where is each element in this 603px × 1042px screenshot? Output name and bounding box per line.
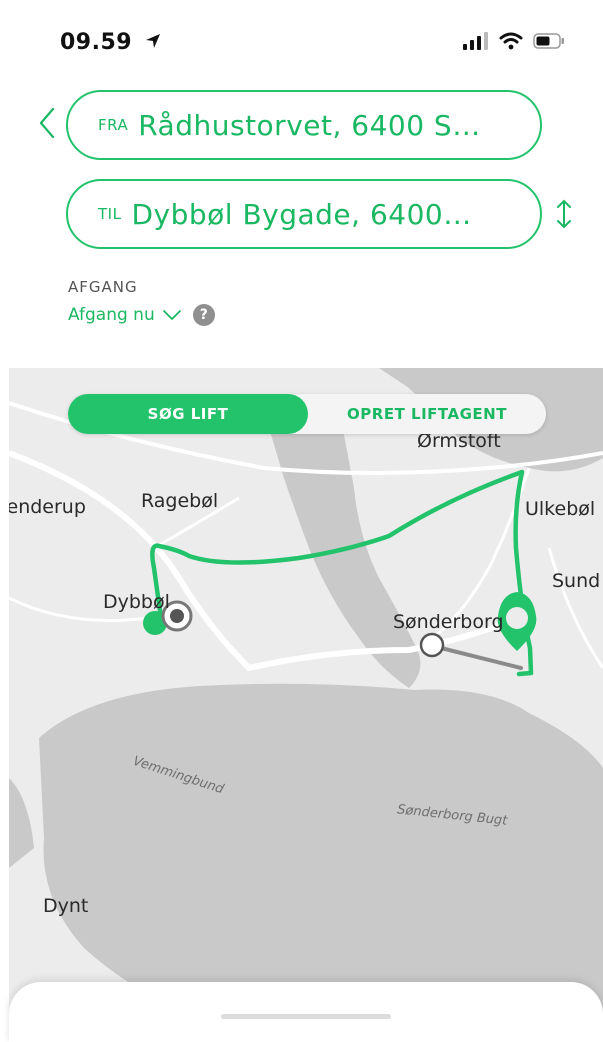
mode-toggle: SØG LIFT OPRET LIFTAGENT — [68, 394, 546, 434]
map-view[interactable]: Ørmstoft Stenderup Ragebøl Ulkebøl Sund … — [9, 368, 603, 1026]
wifi-icon — [499, 32, 523, 50]
from-field[interactable]: FRA Rådhustorvet, 6400 S… — [66, 90, 542, 160]
place-ragebol: Ragebøl — [141, 490, 219, 512]
place-stenderup: Stenderup — [9, 496, 86, 518]
place-ulkebol: Ulkebøl — [525, 498, 596, 520]
from-value: Rådhustorvet, 6400 S… — [138, 108, 481, 142]
battery-icon — [533, 33, 564, 49]
map-water-south — [39, 683, 603, 1026]
signal-icon — [463, 32, 488, 50]
time-text: 09.59 — [60, 30, 133, 55]
place-sonderborg: Sønderborg — [393, 611, 504, 633]
chevron-down-icon — [162, 310, 181, 321]
map-canvas — [9, 368, 603, 1026]
location-arrow-icon — [146, 34, 161, 48]
to-value: Dybbøl Bygade, 6400… — [131, 197, 472, 231]
status-bar: 09.59 — [0, 0, 603, 80]
search-ride-tab[interactable]: SØG LIFT — [68, 394, 308, 434]
back-button[interactable] — [36, 106, 58, 140]
status-icons — [463, 32, 565, 50]
bottom-sheet[interactable] — [9, 982, 603, 1042]
departure-label: AFGANG — [68, 278, 138, 296]
departure-value: Afgang nu — [68, 305, 155, 325]
help-icon[interactable]: ? — [192, 304, 215, 326]
create-ride-agent-tab[interactable]: OPRET LIFTAGENT — [308, 394, 546, 434]
place-dybbol: Dybbøl — [103, 591, 170, 613]
to-tag: TIL — [98, 205, 122, 223]
sheet-drag-handle[interactable] — [221, 1014, 391, 1019]
place-sund: Sund — [552, 570, 601, 592]
sonderborg-location-marker — [419, 632, 445, 658]
chevron-left-icon — [39, 107, 55, 139]
from-tag: FRA — [98, 116, 129, 134]
status-time: 09.59 — [60, 30, 162, 55]
swap-vertical-icon — [557, 199, 571, 229]
place-dynt: Dynt — [43, 895, 89, 917]
swap-button[interactable] — [553, 196, 575, 232]
departure-dropdown[interactable]: Afgang nu ? — [68, 304, 215, 326]
to-field[interactable]: TIL Dybbøl Bygade, 6400… — [66, 179, 542, 249]
